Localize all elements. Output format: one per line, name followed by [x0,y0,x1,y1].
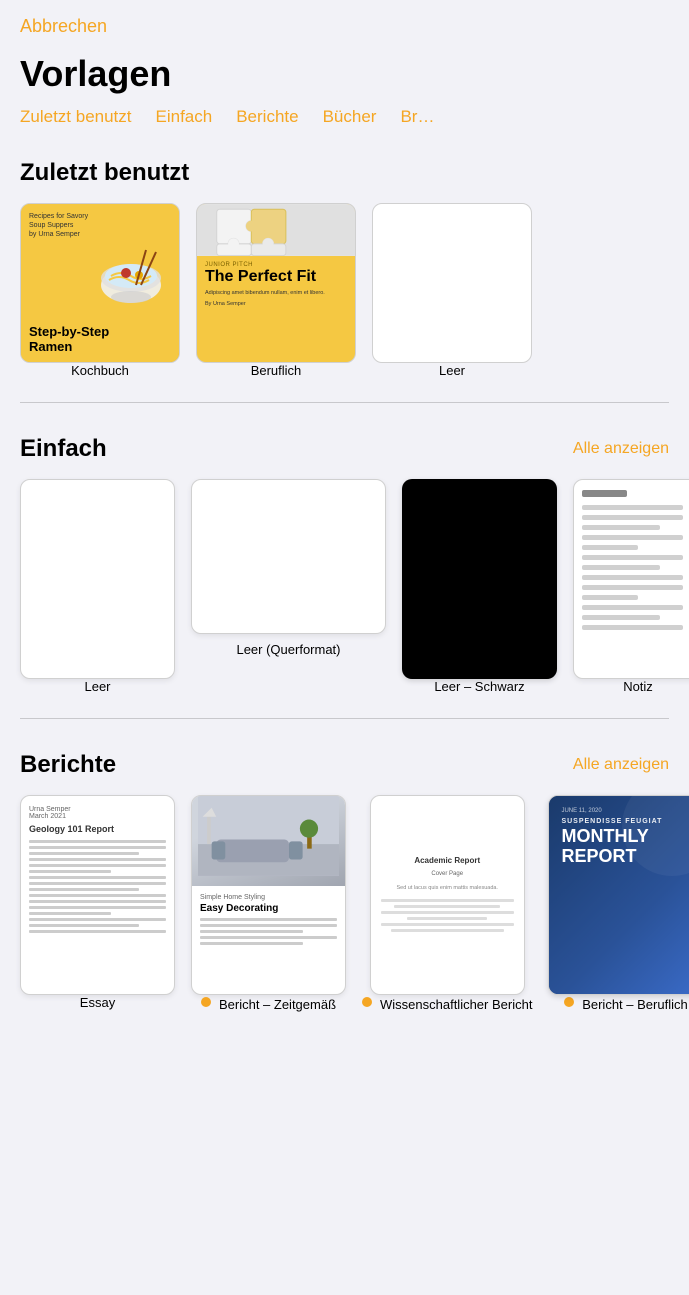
tab-recent[interactable]: Zuletzt benutzt [20,107,132,127]
modern-body: Simple Home Styling Easy Decorating [192,886,345,956]
template-item-monthly[interactable]: JUNE 11, 2020 SUSPENDISSE FEUGIAT MONTHL… [548,795,689,1012]
cookbook-top-text: Recipes for Savory Soup Suppers by Urna … [29,212,171,239]
template-item-note[interactable]: Notiz [573,479,689,694]
monthly-title: MONTHLY REPORT [561,827,689,867]
cookbook-bottom: Step-by-Step Ramen [29,325,171,354]
essay-header-text: Urna SemperMarch 2021 [29,806,166,820]
einfach-templates-row: Leer Leer (Querformat) Leer – Schwarz [20,479,669,714]
cookbook-label: Kochbuch [71,363,129,378]
section-berichte-title: Berichte [20,751,116,779]
page-title: Vorlagen [0,45,689,107]
pf-body-text: Adipiscing amet bibendum nullam, enim et… [205,290,347,298]
cookbook-bowl [29,239,171,321]
monthly-subtitle: SUSPENDISSE FEUGIAT [561,818,689,825]
blank-portrait-thumb [20,479,175,679]
note-label: Notiz [623,679,653,694]
pf-title: The Perfect Fit [205,268,347,286]
template-item-blank-portrait[interactable]: Leer [20,479,175,694]
modern-label: Bericht – Zeitgemäß [201,995,336,1012]
modern-dot [201,997,211,1007]
note-thumb [573,479,689,679]
template-item-blank-landscape[interactable]: Leer (Querformat) [191,479,386,694]
monthly-dot [564,997,574,1007]
template-item-essay[interactable]: Urna SemperMarch 2021 Geology 101 Report [20,795,175,1012]
category-tabs: Zuletzt benutzt Einfach Berichte Bücher … [0,107,689,139]
recent-templates-row: Recipes for Savory Soup Suppers by Urna … [20,203,669,398]
einfach-show-all-button[interactable]: Alle anzeigen [573,440,669,458]
monthly-date: JUNE 11, 2020 [561,808,689,814]
cancel-button[interactable]: Abbrechen [20,16,107,37]
tab-br[interactable]: Br… [400,107,434,127]
modern-thumb: Simple Home Styling Easy Decorating [191,795,346,995]
section-einfach: Einfach Alle anzeigen Leer Leer (Querfor… [0,415,689,714]
blank-thumb-recent [372,203,532,363]
blank-portrait-label: Leer [84,679,110,694]
cookbook-thumb: Recipes for Savory Soup Suppers by Urna … [20,203,180,363]
essay-title-text: Geology 101 Report [29,824,166,834]
monthly-thumb: JUNE 11, 2020 SUSPENDISSE FEUGIAT MONTHL… [548,795,689,995]
section-recent-title: Zuletzt benutzt [20,159,189,187]
berichte-templates-row: Urna SemperMarch 2021 Geology 101 Report [20,795,669,1032]
template-item-perfectfit[interactable]: JUNIOR PITCH The Perfect Fit Adipiscing … [196,203,356,378]
template-item-scientific[interactable]: Academic Report Cover Page Sed ut lacus … [362,795,532,1012]
pf-author: By Urna Semper [205,301,347,307]
perfectfit-thumb: JUNIOR PITCH The Perfect Fit Adipiscing … [196,203,356,363]
scientific-label: Wissenschaftlicher Bericht [362,995,532,1012]
section-recent-header: Zuletzt benutzt [20,159,669,187]
tab-reports[interactable]: Berichte [236,107,298,127]
wiss-title-text: Academic Report [414,856,480,865]
modern-image [192,796,345,886]
tab-simple[interactable]: Einfach [156,107,213,127]
blank-black-label: Leer – Schwarz [434,679,524,694]
modern-small-text: Simple Home Styling [200,894,337,901]
blank-black-thumb [402,479,557,679]
scientific-thumb: Academic Report Cover Page Sed ut lacus … [370,795,525,995]
monthly-label: Bericht – Beruflich [564,995,688,1012]
note-line-title [582,490,627,497]
top-bar: Abbrechen [0,0,689,45]
monthly-content: JUNE 11, 2020 SUSPENDISSE FEUGIAT MONTHL… [549,796,689,879]
section-einfach-title: Einfach [20,435,107,463]
wiss-subtitle: Cover Page [431,871,463,877]
wiss-body: Sed ut lacus quis enim mattis malesuada. [396,885,498,891]
berichte-show-all-button[interactable]: Alle anzeigen [573,756,669,774]
essay-thumb: Urna SemperMarch 2021 Geology 101 Report [20,795,175,995]
blank-recent-label: Leer [439,363,465,378]
scientific-dot [362,997,372,1007]
section-berichte: Berichte Alle anzeigen Urna SemperMarch … [0,731,689,1032]
section-berichte-header: Berichte Alle anzeigen [20,751,669,779]
blank-landscape-thumb [191,479,386,634]
section-einfach-header: Einfach Alle anzeigen [20,435,669,463]
template-item-blank-black[interactable]: Leer – Schwarz [402,479,557,694]
section-recent: Zuletzt benutzt Recipes for Savory Soup … [0,139,689,398]
modern-title: Easy Decorating [200,903,337,914]
template-item-modern[interactable]: Simple Home Styling Easy Decorating Beri… [191,795,346,1012]
tab-books[interactable]: Bücher [323,107,377,127]
essay-label: Essay [80,995,115,1010]
template-item-cookbook[interactable]: Recipes for Savory Soup Suppers by Urna … [20,203,180,378]
template-item-blank-recent[interactable]: Leer [372,203,532,378]
perfectfit-label: Beruflich [251,363,302,378]
blank-landscape-label: Leer (Querformat) [236,642,340,657]
